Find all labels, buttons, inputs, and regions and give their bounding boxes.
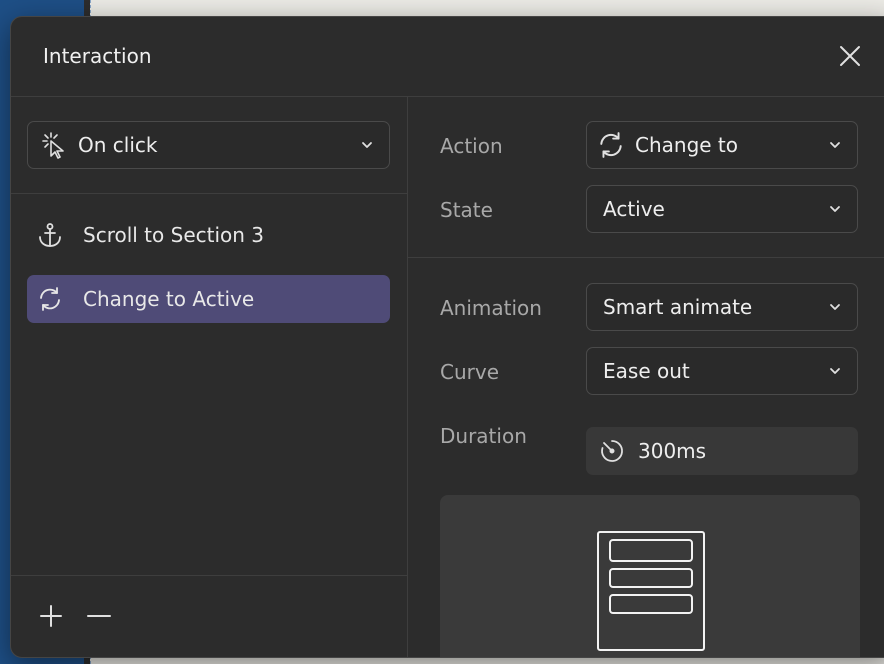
state-value: Active [603,197,665,221]
state-select[interactable]: Active [586,185,858,233]
close-button[interactable] [837,43,863,69]
action-item-change[interactable]: Change to Active [27,275,390,323]
animation-select[interactable]: Smart animate [586,283,858,331]
chevron-down-icon [830,142,840,148]
action-label: Action [440,134,503,158]
duration-input[interactable]: 300ms [586,427,858,475]
plus-icon [40,605,62,627]
footer-divider [11,575,407,576]
close-icon [840,46,860,66]
curve-label: Curve [440,360,500,384]
tap-cursor-icon [42,132,64,159]
anchor-icon [37,222,63,248]
triggers-pane: On click Scroll to Section 3 Change to A… [11,97,408,657]
minus-icon [87,615,111,617]
add-interaction-button[interactable] [37,602,65,630]
properties-divider [408,257,884,258]
layout-preview-icon [597,531,705,651]
dialog-header: Interaction [11,17,884,97]
action-select[interactable]: Change to [586,121,858,169]
action-item-scroll[interactable]: Scroll to Section 3 [27,211,390,259]
chevron-down-icon [830,206,840,212]
curve-value: Ease out [603,359,690,383]
trigger-divider [11,193,407,194]
stopwatch-icon [601,440,623,462]
dialog-title: Interaction [43,44,152,68]
chevron-down-icon [830,368,840,374]
properties-pane: Action Change to State Active Animation … [408,97,884,657]
action-item-label: Scroll to Section 3 [83,223,265,247]
refresh-icon [37,286,63,312]
chevron-down-icon [830,304,840,310]
duration-value: 300ms [638,439,707,463]
animation-preview [440,495,860,657]
interaction-dialog: Interaction On click Scroll to Section 3… [10,16,884,658]
action-value: Change to [635,133,739,157]
duration-label: Duration [440,424,527,448]
refresh-icon [600,132,622,158]
state-label: State [440,198,493,222]
curve-select[interactable]: Ease out [586,347,858,395]
action-item-label: Change to Active [83,287,255,311]
remove-interaction-button[interactable] [85,602,113,630]
animation-label: Animation [440,296,542,320]
animation-value: Smart animate [603,295,753,319]
trigger-label: On click [78,133,158,157]
trigger-select[interactable]: On click [27,121,390,169]
chevron-down-icon [362,142,372,148]
